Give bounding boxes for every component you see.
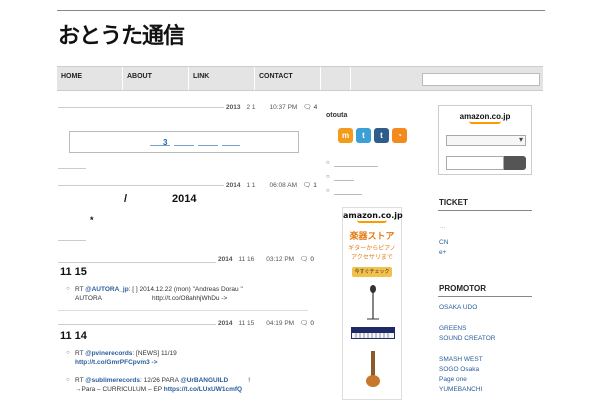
post-box: 3: [69, 131, 299, 153]
mixi-icon[interactable]: m: [338, 128, 353, 143]
sidebar-divider: [438, 210, 532, 211]
post-divider: [58, 324, 216, 325]
twitter-icon[interactable]: t: [356, 128, 371, 143]
nav-spacer: [321, 67, 351, 90]
middle-link[interactable]: [334, 194, 362, 195]
amazon-search-input[interactable]: [446, 156, 504, 170]
tweet-user-link[interactable]: @pvinerecords: [85, 350, 132, 357]
post-meta: 2014 1 1 06:08 AM 🗨 1: [226, 182, 317, 189]
promotor-link[interactable]: SOGO Osaka: [439, 365, 479, 374]
amazon-logo: amazon.co.jp: [343, 211, 403, 220]
post-divider: [58, 262, 216, 263]
promotor-link[interactable]: OSAKA UDO: [439, 303, 477, 312]
ticket-link-cn[interactable]: CN: [439, 238, 448, 247]
promotor-link[interactable]: YUMEBANCHI: [439, 385, 482, 394]
promotor-link[interactable]: GREENS: [439, 324, 466, 333]
tweet-item: RT @pvinerecords: [NEWS] 11/19 http://t.…: [75, 350, 177, 366]
bullet-icon: ○: [326, 188, 330, 194]
promotor-link[interactable]: SOUND CREATOR: [439, 334, 495, 343]
comment-icon[interactable]: 🗨: [300, 320, 308, 327]
ticket-heading: TICKET: [439, 198, 468, 207]
instrument-illustration-icon: [351, 285, 395, 387]
short-divider: [58, 240, 86, 241]
site-logo[interactable]: おとうた通信: [58, 18, 185, 50]
promotor-heading: PROMOTOR: [439, 284, 486, 293]
rss-icon[interactable]: ◔: [392, 128, 407, 143]
amazon-search-widget: amazon.co.jp: [438, 105, 532, 175]
ad-store-title: 楽器ストア: [349, 231, 395, 241]
ad-subtitle-2: アクセサリまで: [351, 255, 393, 261]
sidebar-divider: [438, 296, 532, 297]
ticket-link-eplus[interactable]: e+: [439, 248, 446, 257]
box-link-lines[interactable]: [150, 145, 240, 146]
amazon-logo: amazon.co.jp: [459, 112, 511, 121]
bullet-icon: ○: [326, 160, 330, 166]
tweet-item: RT @sublimerecords: 12/26 PARA @UrBANGUI…: [75, 377, 251, 393]
tweet-url-link[interactable]: https://t.co/LUxUW1cmfQ: [164, 386, 242, 393]
ad-subtitle-1: ギターからピアノ: [348, 246, 396, 252]
amazon-category-select[interactable]: [446, 135, 526, 146]
short-divider: [58, 168, 86, 169]
bullet-icon: ○: [66, 286, 70, 292]
bullet-icon: ○: [66, 377, 70, 383]
amazon-smile-icon: [357, 220, 387, 223]
promotor-link[interactable]: SMASH WEST: [439, 355, 483, 364]
post-title-slash[interactable]: /: [124, 193, 127, 205]
tweet-user-link[interactable]: @AUTORA_jp: [85, 286, 128, 293]
amazon-smile-icon: [469, 121, 501, 124]
comment-icon[interactable]: 🗨: [303, 182, 311, 189]
ticket-placeholder: …: [439, 223, 446, 230]
nav-link[interactable]: LINK: [189, 67, 255, 90]
search-input[interactable]: [422, 73, 540, 86]
post-meta: 2014 11 16 03:12 PM 🗨 0: [218, 256, 314, 263]
post-title[interactable]: 11 14: [60, 330, 87, 342]
middle-link[interactable]: [334, 166, 378, 167]
post-star: *: [90, 215, 94, 225]
bullet-icon: ○: [326, 174, 330, 180]
tweet-user-link[interactable]: @sublimerecords: [85, 377, 140, 384]
nav-home[interactable]: HOME: [57, 67, 123, 90]
tumblr-icon[interactable]: t: [374, 128, 389, 143]
tweet-item: RT @AUTORA_jp: [ ] 2014.12.22 (mon) "And…: [75, 286, 243, 302]
bullet-icon: ○: [66, 350, 70, 356]
post-divider: [58, 310, 308, 311]
post-title[interactable]: 11 15: [60, 266, 87, 278]
post-divider: [58, 107, 224, 108]
post-meta: 2014 11 15 04:19 PM 🗨 0: [218, 320, 314, 327]
top-rule: [57, 10, 545, 11]
amazon-instrument-ad[interactable]: amazon.co.jp 楽器ストア ギターからピアノ アクセサリまで 今すぐチ…: [342, 207, 403, 400]
amazon-search-button[interactable]: [504, 156, 526, 170]
tweet-user-link[interactable]: @UrBANGUILD: [180, 377, 228, 384]
ad-check-button[interactable]: 今すぐチェック: [352, 267, 392, 277]
nav-contact[interactable]: CONTACT: [255, 67, 321, 90]
post-title-year[interactable]: 2014: [172, 193, 196, 205]
post-divider: [58, 185, 224, 186]
middle-link[interactable]: [334, 180, 354, 181]
comment-icon[interactable]: 🗨: [303, 104, 311, 111]
post-meta: 2013 2 1 10:37 PM 🗨 4: [226, 104, 318, 111]
author-heading: otouta: [326, 112, 348, 119]
promotor-link[interactable]: Page one: [439, 375, 467, 384]
nav-about[interactable]: ABOUT: [123, 67, 189, 90]
comment-icon[interactable]: 🗨: [300, 256, 308, 263]
tweet-url-link[interactable]: http://t.co/GmrPFCpvm3 ->: [75, 359, 158, 366]
